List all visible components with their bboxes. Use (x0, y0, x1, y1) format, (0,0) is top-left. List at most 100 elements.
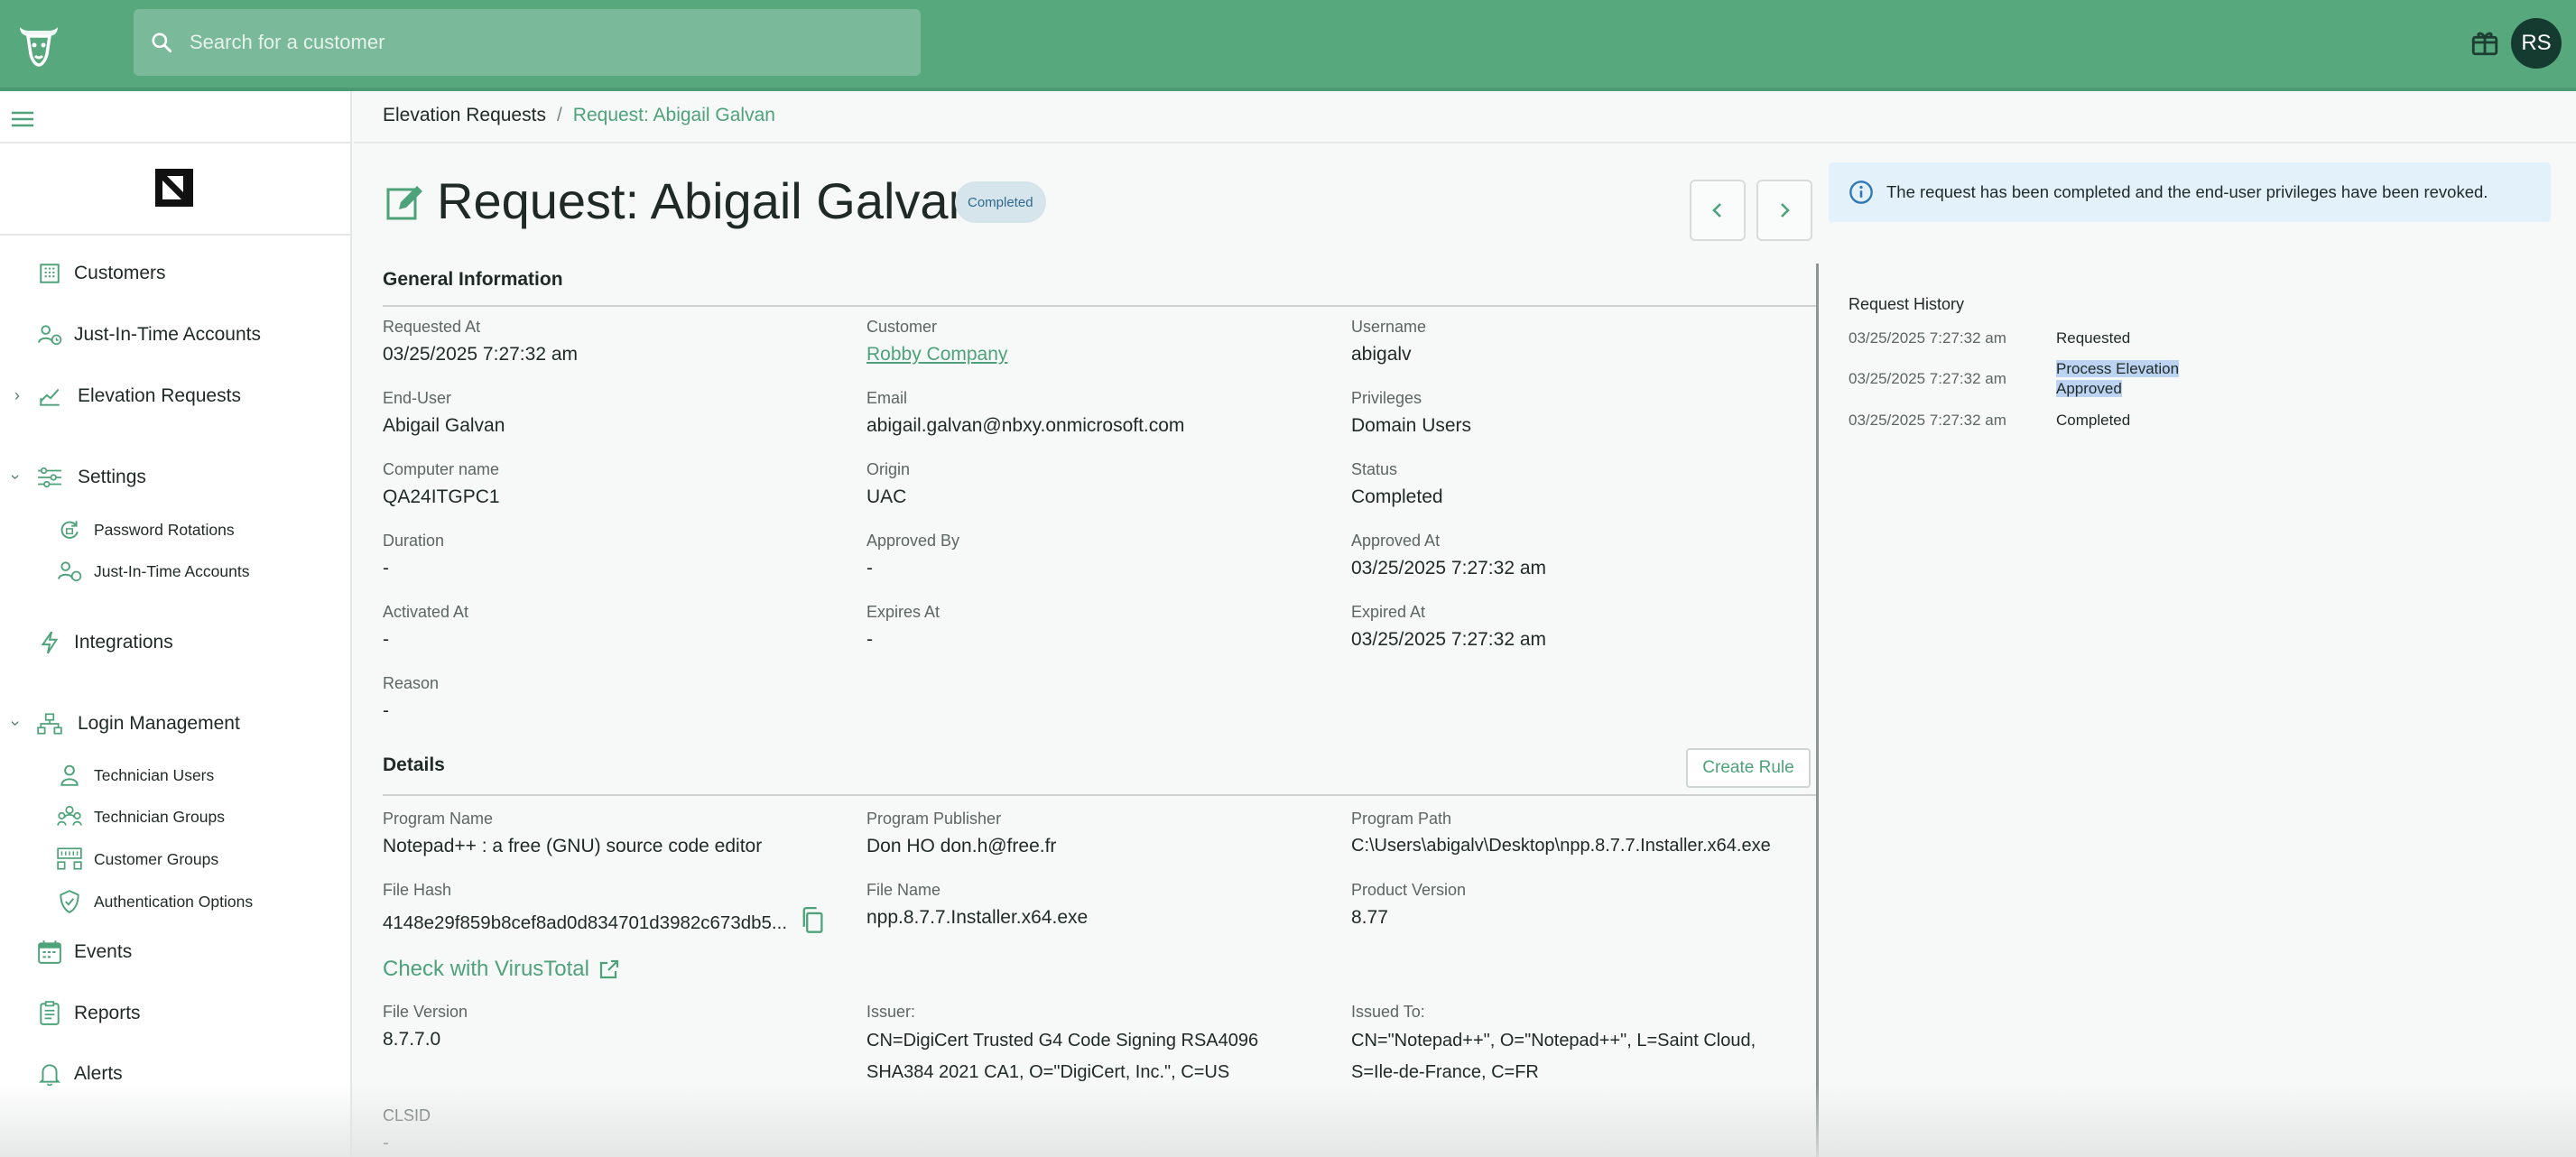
virustotal-link[interactable]: Check with VirusTotal (383, 957, 620, 982)
sidebar-item-password-rotations[interactable]: Password Rotations (56, 516, 235, 543)
field-approved-by: Approved By - (866, 532, 959, 579)
field-file-hash: File Hash 4148e29f859b8cef8ad0d834701d39… (383, 881, 825, 939)
field-value: - (383, 558, 389, 578)
status-badge: Completed (955, 181, 1046, 223)
sidebar-item-reports[interactable]: Reports (36, 1000, 141, 1027)
menu-toggle-icon[interactable] (11, 109, 34, 134)
sidebar-item-technician-users[interactable]: Technician Users (56, 762, 214, 789)
field-reason: Reason - (383, 674, 439, 722)
gift-icon[interactable] (2469, 27, 2500, 62)
sidebar-item-jit-accounts-settings[interactable]: Just-In-Time Accounts (56, 558, 249, 585)
sidebar-item-label: Login Management (78, 713, 240, 734)
history-event: Process Elevation Approved (2056, 359, 2180, 399)
rotation-icon (56, 516, 83, 543)
field-value: Don HO don.h@free.fr (866, 836, 1057, 856)
create-rule-button[interactable]: Create Rule (1686, 748, 1811, 788)
field-label: Username (1351, 318, 1427, 336)
field-value: 8.7.7.0 (383, 1029, 441, 1050)
field-label: Program Path (1351, 810, 1452, 828)
field-label: Activated At (383, 603, 469, 621)
field-program-path: Program Path C:\Users\abigalv\Desktop\npp… (1351, 810, 1771, 856)
section-divider (383, 305, 1816, 307)
chevron-right-icon[interactable]: › (14, 386, 20, 405)
field-label: Issuer: (866, 1003, 916, 1021)
field-value: Domain Users (1351, 415, 1472, 436)
avatar[interactable]: RS (2511, 18, 2562, 69)
next-request-button[interactable] (1756, 180, 1812, 241)
history-event: Requested (2056, 329, 2131, 347)
field-label: Reason (383, 674, 440, 692)
top-bar: RS (0, 0, 2576, 91)
sidebar-item-label: Alerts (74, 1063, 123, 1084)
users-group-icon (56, 803, 83, 830)
sidebar-item-events[interactable]: Events (36, 939, 132, 966)
field-value: Abigail Galvan (383, 415, 505, 436)
sidebar-item-jit-accounts[interactable]: Just-In-Time Accounts (36, 321, 261, 348)
history-date: 03/25/2025 7:27:32 am (1849, 412, 2006, 429)
edit-document-icon (386, 182, 424, 225)
field-value: - (866, 558, 873, 578)
bull-logo-icon[interactable] (13, 18, 65, 70)
breadcrumb-parent-link[interactable]: Elevation Requests (383, 105, 546, 125)
field-end-user: End-User Abigail Galvan (383, 389, 505, 437)
field-value: 03/25/2025 7:27:32 am (1351, 558, 1547, 578)
sidebar-item-label: Events (74, 941, 133, 962)
field-value: abigalv (1351, 344, 1412, 365)
field-value: 8.77 (1351, 907, 1388, 928)
chevron-down-icon[interactable]: › (6, 475, 25, 480)
field-value: - (383, 700, 389, 721)
sidebar-item-settings[interactable]: Settings (36, 464, 146, 491)
previous-request-button[interactable] (1690, 180, 1746, 241)
copy-icon[interactable] (800, 907, 825, 939)
history-date: 03/25/2025 7:27:32 am (1849, 370, 2006, 387)
chevron-down-icon[interactable]: › (6, 721, 25, 727)
field-label: Expires At (866, 603, 941, 621)
field-label: Issued To: (1351, 1003, 1425, 1021)
field-value: 03/25/2025 7:27:32 am (1351, 629, 1547, 650)
field-clsid: CLSID - (383, 1106, 431, 1154)
field-label: Status (1351, 460, 1398, 478)
sidebar (0, 91, 352, 1157)
field-label: Program Publisher (866, 810, 1002, 828)
external-link-icon (599, 959, 619, 979)
sidebar-item-customer-groups[interactable]: Customer Groups (56, 846, 218, 873)
user-clock-icon (36, 321, 63, 348)
field-file-name: File Name npp.8.7.7.Installer.x64.exe (866, 881, 1088, 929)
header-divider (354, 142, 2576, 143)
hierarchy-icon (36, 710, 63, 737)
details-heading: Details (383, 754, 445, 775)
sidebar-item-label: Customers (74, 263, 166, 283)
field-value: abigail.galvan@nbxy.onmicrosoft.com (866, 415, 1185, 436)
field-file-version: File Version 8.7.7.0 (383, 1003, 468, 1051)
field-expires-at: Expires At - (866, 603, 940, 651)
sidebar-item-elevation-requests[interactable]: Elevation Requests (36, 383, 241, 410)
field-label: Email (866, 389, 908, 407)
field-value: Completed (1351, 486, 1443, 507)
field-program-publisher: Program Publisher Don HO don.h@free.fr (866, 810, 1056, 857)
sidebar-item-technician-groups[interactable]: Technician Groups (56, 803, 225, 830)
field-product-version: Product Version 8.77 (1351, 881, 1466, 929)
field-label: Approved At (1351, 532, 1441, 550)
chevron-right-icon (1781, 203, 1790, 218)
sidebar-item-alerts[interactable]: Alerts (36, 1060, 123, 1088)
search-input[interactable] (188, 30, 874, 55)
field-value: Notepad++ : a free (GNU) source code edi… (383, 836, 763, 856)
field-requested-at: Requested At 03/25/2025 7:27:32 am (383, 318, 578, 366)
user-clock-icon (56, 558, 83, 585)
field-label: Approved By (866, 532, 960, 550)
breadcrumb-current: Request: Abigail Galvan (572, 105, 775, 125)
sidebar-item-authentication-options[interactable]: Authentication Options (56, 888, 253, 915)
sidebar-item-label: Customer Groups (94, 849, 219, 868)
history-event-line: Process Elevation (2056, 360, 2180, 377)
field-approved-at: Approved At 03/25/2025 7:27:32 am (1351, 532, 1546, 579)
sidebar-item-customers[interactable]: Customers (36, 260, 166, 287)
customer-link[interactable]: Robby Company (866, 344, 1007, 366)
field-origin: Origin UAC (866, 460, 910, 508)
field-email: Email abigail.galvan@nbxy.onmicrosoft.com (866, 389, 1184, 437)
sidebar-item-login-management[interactable]: Login Management (36, 710, 240, 737)
sidebar-item-integrations[interactable]: Integrations (36, 629, 173, 656)
field-value: 03/25/2025 7:27:32 am (383, 344, 579, 365)
customer-search[interactable] (134, 9, 921, 76)
breadcrumb: Elevation Requests / Request: Abigail Galv… (383, 105, 775, 126)
field-value: - (383, 1133, 389, 1153)
